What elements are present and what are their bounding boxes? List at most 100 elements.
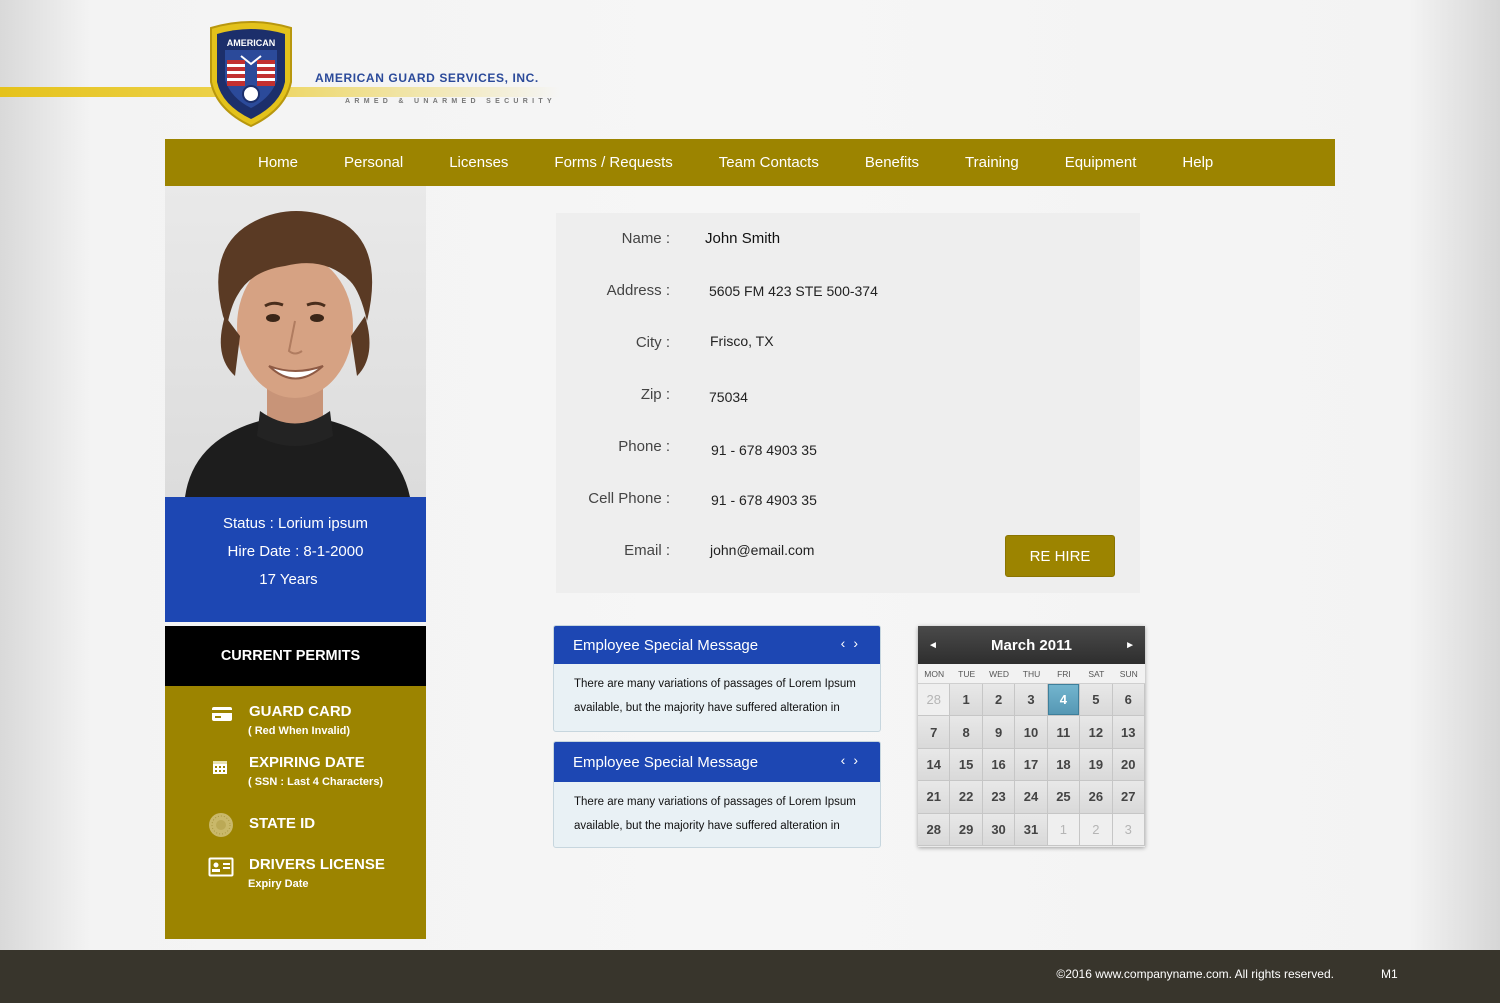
permit-subtitle: ( SSN : Last 4 Characters) (248, 776, 384, 788)
status-text: Status : Lorium ipsum (222, 515, 369, 532)
nav-item-personal[interactable]: Personal (321, 154, 426, 171)
calendar-day[interactable]: 3 (1112, 813, 1145, 846)
next-month-icon[interactable]: ► (1125, 640, 1135, 651)
calendar-day[interactable]: 22 (950, 781, 983, 814)
calendar-day[interactable]: 30 (982, 813, 1016, 846)
permit-title: STATE ID (249, 815, 316, 832)
company-logo[interactable]: AMERICAN (205, 20, 297, 128)
weekday-label: TUE (958, 668, 976, 679)
company-tagline: ARMED & UNARMED SECURITY (345, 98, 556, 105)
special-message-card: Employee Special Message ‹› There are ma… (553, 741, 881, 848)
calendar-day[interactable]: 23 (982, 781, 1016, 814)
credit-card-icon (211, 705, 233, 727)
permit-title: EXPIRING DATE (249, 754, 365, 771)
calendar-day[interactable]: 13 (1112, 716, 1145, 749)
address-label: Address : (606, 282, 670, 299)
calendar-day[interactable]: 1 (1047, 813, 1081, 846)
hire-date-text: Hire Date : 8-1-2000 (227, 543, 364, 560)
calendar-day-selected[interactable]: 4 (1047, 684, 1081, 717)
nav-item-team-contacts[interactable]: Team Contacts (696, 154, 842, 171)
calendar-day[interactable]: 11 (1047, 716, 1081, 749)
calendar-day[interactable]: 19 (1080, 748, 1113, 782)
calendar-day[interactable]: 1 (950, 684, 983, 717)
message-header: Employee Special Message ‹› (554, 742, 880, 782)
chevron-left-icon[interactable]: ‹ (841, 752, 854, 768)
weekday-label: SUN (1119, 668, 1138, 679)
calendar-day[interactable]: 24 (1015, 781, 1048, 814)
footer: ©2016 www.companyname.com. All rights re… (0, 950, 1500, 1003)
calendar-day[interactable]: 9 (982, 716, 1016, 749)
calendar-day[interactable]: 17 (1015, 748, 1048, 782)
calendar-weekdays: MON TUE WED THU FRI SAT SUN (918, 664, 1145, 684)
permits-header: CURRENT PERMITS (165, 626, 426, 686)
email-value: john@email.com (710, 542, 815, 558)
nav-item-home[interactable]: Home (235, 154, 321, 171)
calendar-day[interactable]: 28 (918, 684, 951, 717)
calendar-day[interactable]: 3 (1015, 684, 1048, 717)
city-value: Frisco, TX (710, 333, 774, 349)
calendar-day[interactable]: 14 (918, 748, 951, 782)
name-value: John Smith (705, 230, 781, 247)
calendar-widget: ◄ March 2011 ► MON TUE WED THU FRI SAT S… (918, 626, 1145, 847)
main-nav: Home Personal Licenses Forms / Requests … (165, 139, 1335, 186)
calendar-day[interactable]: 16 (982, 748, 1016, 782)
calendar-day[interactable]: 2 (982, 684, 1016, 717)
calendar-month-title: March 2011 (991, 636, 1072, 654)
calendar-day[interactable]: 12 (1080, 716, 1113, 749)
logo-text: AMERICAN (227, 38, 276, 48)
id-card-icon (208, 857, 234, 879)
company-name: AMERICAN GUARD SERVICES, INC. (315, 71, 539, 85)
calendar-day[interactable]: 18 (1047, 748, 1081, 782)
permit-subtitle: Expiry Date (248, 878, 309, 890)
calendar-day[interactable]: 21 (918, 781, 951, 814)
special-message-card: Employee Special Message ‹› There are ma… (553, 625, 881, 732)
calendar-day[interactable]: 15 (950, 748, 983, 782)
message-body: There are many variations of passages of… (554, 664, 880, 720)
calendar-day[interactable]: 28 (918, 813, 951, 846)
nav-item-benefits[interactable]: Benefits (842, 154, 942, 171)
calendar-day[interactable]: 6 (1112, 684, 1145, 717)
address-value: 5605 FM 423 STE 500-374 (709, 283, 878, 299)
calendar-day[interactable]: 2 (1080, 813, 1113, 846)
calendar-days-grid: 28 1 2 3 4 5 6 7 8 9 10 11 12 13 14 15 16 17 18 19 20 21 22 23 2… (918, 684, 1145, 846)
nav-item-training[interactable]: Training (942, 154, 1042, 171)
message-header: Employee Special Message ‹› (554, 626, 880, 664)
employee-info-panel: Name : John Smith Address : 5605 FM 423 … (556, 213, 1140, 593)
calendar-day[interactable]: 20 (1112, 748, 1145, 782)
weekday-label: THU (1022, 668, 1041, 679)
tenure-text: 17 Years (259, 571, 318, 588)
weekday-label: SAT (1088, 668, 1105, 679)
nav-item-equipment[interactable]: Equipment (1042, 154, 1160, 171)
nav-item-forms-requests[interactable]: Forms / Requests (531, 154, 695, 171)
calendar-day[interactable]: 10 (1015, 716, 1048, 749)
chevron-right-icon[interactable]: › (853, 752, 866, 768)
zip-label: Zip : (640, 386, 670, 403)
calendar-day[interactable]: 8 (950, 716, 983, 749)
permit-title: DRIVERS LICENSE (249, 856, 385, 873)
calendar-day[interactable]: 31 (1015, 813, 1048, 846)
copyright-text: ©2016 www.companyname.com. All rights re… (1056, 967, 1334, 981)
calendar-day[interactable]: 7 (918, 716, 951, 749)
nav-item-licenses[interactable]: Licenses (426, 154, 531, 171)
rehire-button[interactable]: RE HIRE (1005, 535, 1115, 577)
page-code: M1 (1381, 967, 1398, 981)
calendar-day[interactable]: 29 (950, 813, 983, 846)
calendar-day[interactable]: 27 (1112, 781, 1145, 814)
message-title: Employee Special Message (573, 753, 759, 771)
nav-item-help[interactable]: Help (1159, 154, 1236, 171)
chevron-right-icon[interactable]: › (853, 635, 866, 651)
chevron-left-icon[interactable]: ‹ (841, 635, 854, 651)
calendar-day[interactable]: 5 (1080, 684, 1113, 717)
message-line: There are many variations of passages of… (574, 678, 856, 690)
weekday-label: FRI (1057, 668, 1071, 679)
message-body: There are many variations of passages of… (554, 782, 880, 838)
calendar-day[interactable]: 26 (1080, 781, 1113, 814)
weekday-label: MON (924, 668, 945, 679)
message-line: There are many variations of passages of… (574, 796, 856, 808)
zip-value: 75034 (709, 389, 748, 405)
employee-status-panel: Status : Lorium ipsum Hire Date : 8-1-20… (165, 497, 426, 622)
calendar-day[interactable]: 25 (1047, 781, 1081, 814)
prev-month-icon[interactable]: ◄ (928, 640, 938, 651)
message-line: available, but the majority have suffere… (574, 702, 840, 714)
avatar (185, 211, 410, 497)
